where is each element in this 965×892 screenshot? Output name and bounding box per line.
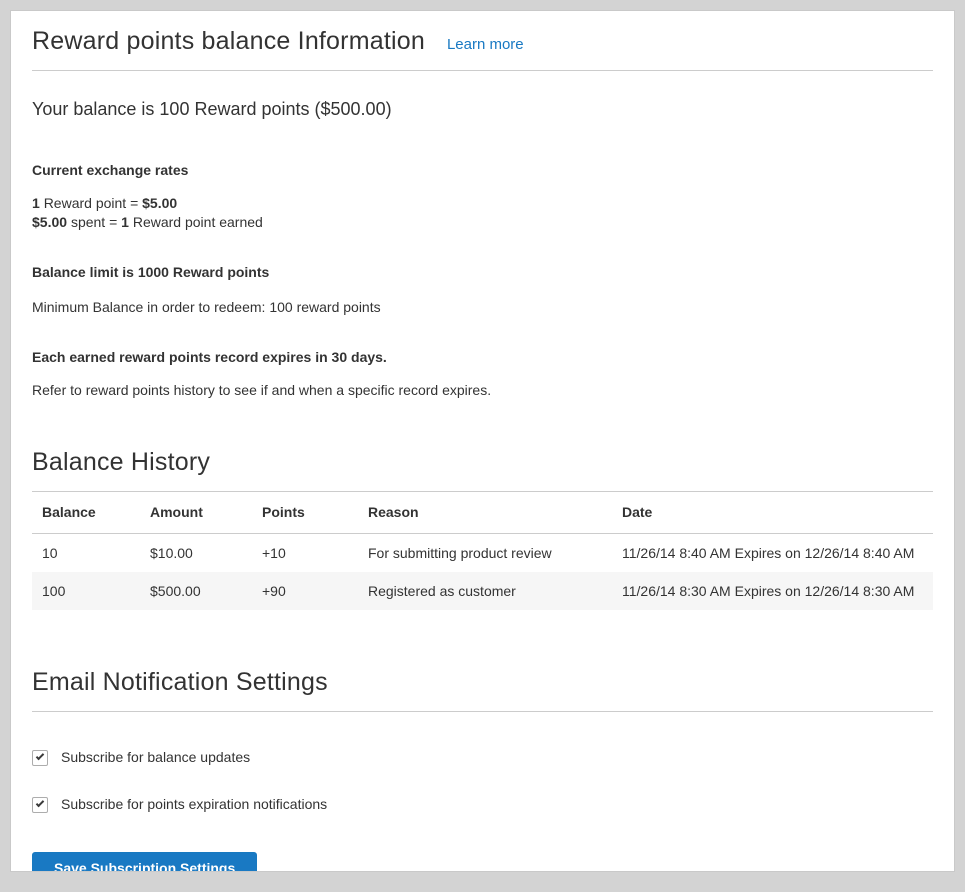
exchange-rate-line-1: 1 Reward point = $5.00 (32, 194, 933, 213)
reward-points-panel: Reward points balance Information Learn … (10, 10, 955, 872)
cell-points: +10 (252, 534, 358, 573)
expiration-notifications-checkbox[interactable] (32, 797, 48, 813)
cell-balance: 100 (32, 572, 140, 610)
checkmark-icon (36, 752, 44, 760)
subscribe-expiration-notifications-row[interactable]: Subscribe for points expiration notifica… (32, 795, 933, 814)
table-row: 10 $10.00 +10 For submitting product rev… (32, 534, 933, 573)
exchange-rates-heading: Current exchange rates (32, 161, 933, 180)
header-divider (32, 70, 933, 71)
checkmark-icon (36, 799, 44, 807)
cell-amount: $10.00 (140, 534, 252, 573)
column-header-balance: Balance (32, 492, 140, 534)
balance-history-table: Balance Amount Points Reason Date 10 $10… (32, 491, 933, 610)
exchange-rates-lines: 1 Reward point = $5.00 $5.00 spent = 1 R… (32, 194, 933, 232)
cell-reason: Registered as customer (358, 572, 612, 610)
balance-updates-checkbox[interactable] (32, 750, 48, 766)
cell-reason: For submitting product review (358, 534, 612, 573)
cell-date: 11/26/14 8:30 AM Expires on 12/26/14 8:3… (612, 572, 933, 610)
table-row: 100 $500.00 +90 Registered as customer 1… (32, 572, 933, 610)
exchange-rate-line-2: $5.00 spent = 1 Reward point earned (32, 213, 933, 232)
expiration-rule-text: Each earned reward points record expires… (32, 348, 933, 367)
column-header-reason: Reason (358, 492, 612, 534)
cell-amount: $500.00 (140, 572, 252, 610)
balance-history-heading: Balance History (32, 446, 933, 479)
cell-date: 11/26/14 8:40 AM Expires on 12/26/14 8:4… (612, 534, 933, 573)
balance-limit-text: Balance limit is 1000 Reward points (32, 263, 933, 282)
subscribe-balance-updates-row[interactable]: Subscribe for balance updates (32, 748, 933, 767)
learn-more-link[interactable]: Learn more (447, 36, 524, 53)
balance-history-table-body: 10 $10.00 +10 For submitting product rev… (32, 534, 933, 611)
cell-points: +90 (252, 572, 358, 610)
balance-summary: Your balance is 100 Reward points ($500.… (32, 97, 933, 121)
cell-balance: 10 (32, 534, 140, 573)
page-header: Reward points balance Information Learn … (32, 25, 933, 58)
expiration-note-text: Refer to reward points history to see if… (32, 381, 933, 400)
column-header-date: Date (612, 492, 933, 534)
column-header-points: Points (252, 492, 358, 534)
expiration-notifications-label[interactable]: Subscribe for points expiration notifica… (61, 795, 327, 814)
email-notification-heading: Email Notification Settings (32, 666, 933, 699)
balance-updates-label[interactable]: Subscribe for balance updates (61, 748, 250, 767)
minimum-balance-text: Minimum Balance in order to redeem: 100 … (32, 298, 933, 317)
balance-history-table-head: Balance Amount Points Reason Date (32, 492, 933, 534)
page-title: Reward points balance Information (32, 25, 425, 58)
column-header-amount: Amount (140, 492, 252, 534)
email-section-divider (32, 711, 933, 712)
table-header-row: Balance Amount Points Reason Date (32, 492, 933, 534)
save-subscription-settings-button[interactable]: Save Subscription Settings (32, 852, 257, 872)
